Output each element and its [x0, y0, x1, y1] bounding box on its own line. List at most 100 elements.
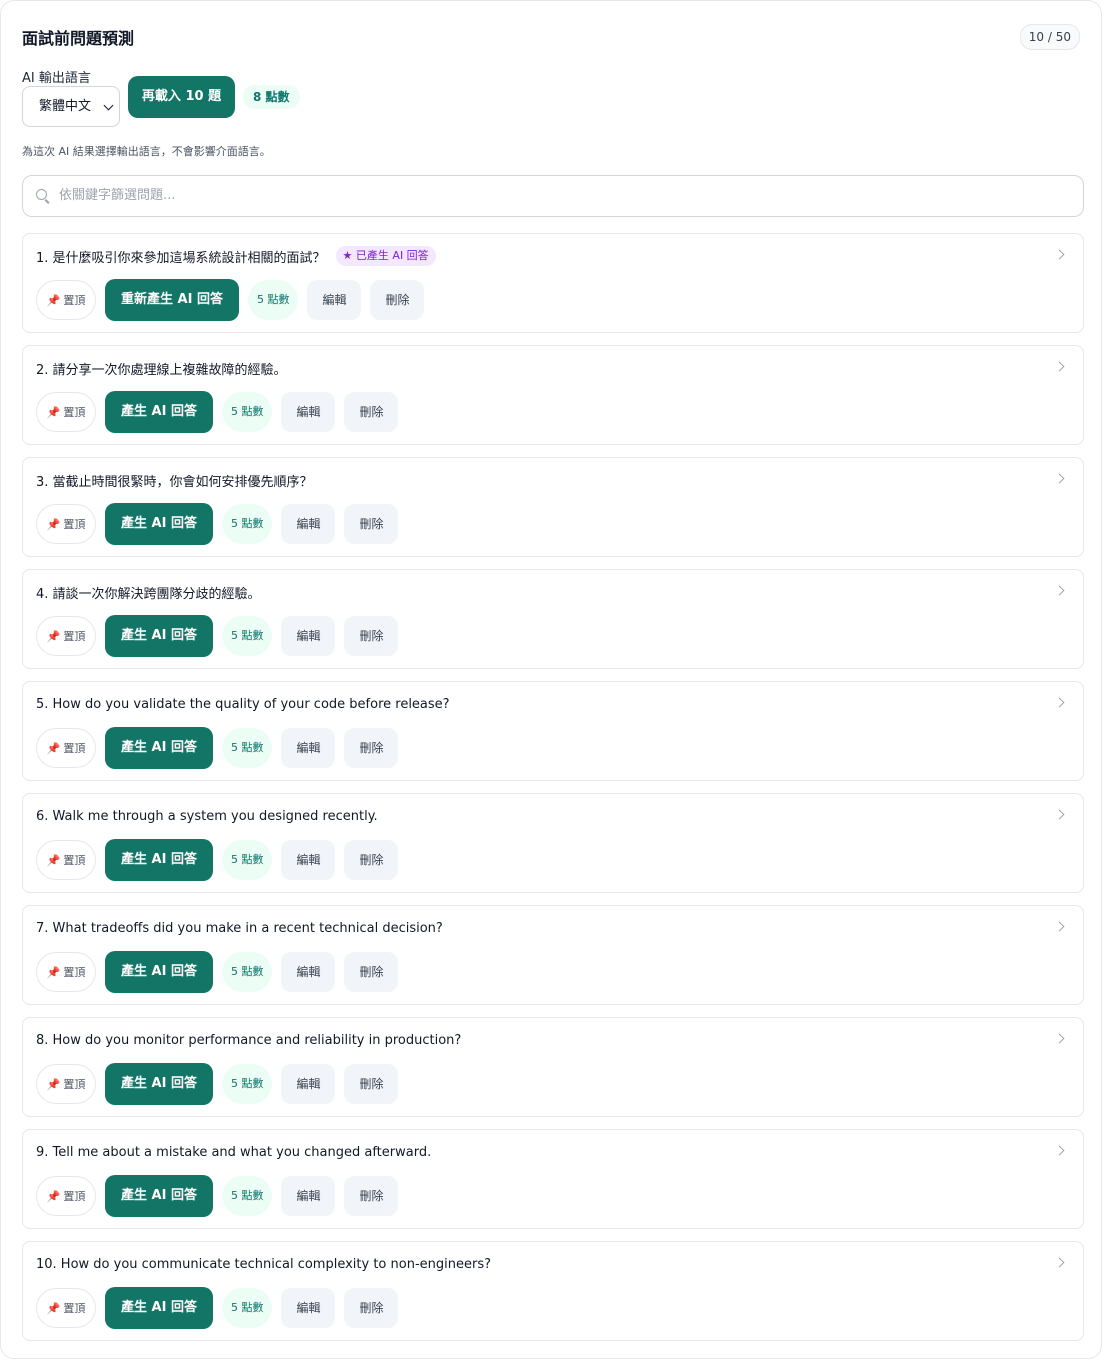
reload-cost-badge: 8 點數	[243, 85, 300, 109]
generate-ai-answer-button[interactable]: 產生 AI 回答	[105, 1175, 213, 1217]
pin-button[interactable]: 📌 置頂	[36, 1288, 96, 1328]
generate-ai-answer-button[interactable]: 產生 AI 回答	[105, 839, 213, 881]
pin-icon: 📌	[46, 1301, 61, 1315]
reload-questions-button[interactable]: 再載入 10 題	[128, 76, 235, 118]
pin-label: 置頂	[63, 518, 86, 531]
answer-cost-badge: 5 點數	[221, 1288, 273, 1328]
pin-label: 置頂	[63, 630, 86, 643]
question-text: 6. Walk me through a system you designed…	[36, 808, 378, 824]
pin-button[interactable]: 📌 置頂	[36, 616, 96, 656]
pin-label: 置頂	[63, 1302, 86, 1315]
pin-icon: 📌	[46, 405, 61, 419]
chevron-down-icon	[103, 100, 114, 111]
question-text: 4. 請談一次你解決跨團隊分歧的經驗。	[36, 586, 261, 602]
chevron-right-icon[interactable]	[1054, 1257, 1065, 1268]
pin-button[interactable]: 📌 置頂	[36, 280, 96, 320]
answer-cost-badge: 5 點數	[221, 728, 273, 768]
chevron-right-icon[interactable]	[1054, 697, 1065, 708]
search-input[interactable]: 依關鍵字篩選問題...	[22, 175, 1084, 217]
generate-ai-answer-button[interactable]: 產生 AI 回答	[105, 391, 213, 433]
answer-cost-badge: 5 點數	[221, 952, 273, 992]
pin-label: 置頂	[63, 1190, 86, 1203]
pin-label: 置頂	[63, 1078, 86, 1091]
chevron-right-icon[interactable]	[1054, 249, 1065, 260]
pin-button[interactable]: 📌 置頂	[36, 728, 96, 768]
edit-button[interactable]: 編輯	[281, 1064, 336, 1104]
chevron-right-icon[interactable]	[1054, 809, 1065, 820]
language-select[interactable]: 繁體中文	[22, 86, 120, 127]
generate-ai-answer-button[interactable]: 產生 AI 回答	[105, 727, 213, 769]
question-card[interactable]: 2. 請分享一次你處理線上複雜故障的經驗。 📌 置頂 產生 AI 回答 5 點數…	[22, 345, 1084, 445]
delete-button[interactable]: 刪除	[344, 728, 399, 768]
page-title: 面試前問題預測	[22, 29, 135, 48]
chevron-right-icon[interactable]	[1054, 1145, 1065, 1156]
question-prediction-panel: 面試前問題預測 10 / 50 AI 輸出語言 繁體中文 再載入 10 題 8 …	[0, 0, 1102, 1359]
edit-button[interactable]: 編輯	[281, 504, 336, 544]
generate-ai-answer-button[interactable]: 重新產生 AI 回答	[105, 279, 239, 321]
pin-icon: 📌	[46, 853, 61, 867]
question-text: 2. 請分享一次你處理線上複雜故障的經驗。	[36, 362, 287, 378]
question-text: 1. 是什麼吸引你來參加這場系統設計相關的面試？	[36, 250, 326, 266]
edit-button[interactable]: 編輯	[281, 840, 336, 880]
pin-icon: 📌	[46, 965, 61, 979]
pin-icon: 📌	[46, 1077, 61, 1091]
delete-button[interactable]: 刪除	[344, 840, 399, 880]
pin-button[interactable]: 📌 置頂	[36, 1064, 96, 1104]
question-card[interactable]: 7. What tradeoffs did you make in a rece…	[22, 905, 1084, 1005]
edit-button[interactable]: 編輯	[307, 280, 362, 320]
delete-button[interactable]: 刪除	[344, 952, 399, 992]
generate-ai-answer-button[interactable]: 產生 AI 回答	[105, 615, 213, 657]
chevron-right-icon[interactable]	[1054, 473, 1065, 484]
chevron-right-icon[interactable]	[1054, 1033, 1065, 1044]
delete-button[interactable]: 刪除	[344, 1288, 399, 1328]
question-card[interactable]: 10. How do you communicate technical com…	[22, 1241, 1084, 1341]
question-text: 7. What tradeoffs did you make in a rece…	[36, 920, 443, 936]
chevron-right-icon[interactable]	[1054, 585, 1065, 596]
question-text: 10. How do you communicate technical com…	[36, 1256, 491, 1272]
generate-ai-answer-button[interactable]: 產生 AI 回答	[105, 951, 213, 993]
question-text: 3. 當截止時間很緊時，你會如何安排優先順序？	[36, 474, 313, 490]
chevron-right-icon[interactable]	[1054, 361, 1065, 372]
chevron-right-icon[interactable]	[1054, 921, 1065, 932]
language-hint: 為這次 AI 結果選擇輸出語言，不會影響介面語言。	[22, 145, 271, 158]
answer-cost-badge: 5 點數	[221, 616, 273, 656]
question-card[interactable]: 4. 請談一次你解決跨團隊分歧的經驗。 📌 置頂 產生 AI 回答 5 點數 編…	[22, 569, 1084, 669]
delete-button[interactable]: 刪除	[344, 1176, 399, 1216]
delete-button[interactable]: 刪除	[370, 280, 425, 320]
question-card[interactable]: 6. Walk me through a system you designed…	[22, 793, 1084, 893]
language-label: AI 輸出語言	[22, 71, 91, 86]
edit-button[interactable]: 編輯	[281, 728, 336, 768]
pin-label: 置頂	[63, 294, 86, 307]
pin-icon: 📌	[46, 629, 61, 643]
pin-button[interactable]: 📌 置頂	[36, 392, 96, 432]
question-card[interactable]: 9. Tell me about a mistake and what you …	[22, 1129, 1084, 1229]
pin-button[interactable]: 📌 置頂	[36, 504, 96, 544]
pin-button[interactable]: 📌 置頂	[36, 840, 96, 880]
generate-ai-answer-button[interactable]: 產生 AI 回答	[105, 1287, 213, 1329]
delete-button[interactable]: 刪除	[344, 616, 399, 656]
edit-button[interactable]: 編輯	[281, 616, 336, 656]
edit-button[interactable]: 編輯	[281, 1288, 336, 1328]
pin-label: 置頂	[63, 854, 86, 867]
edit-button[interactable]: 編輯	[281, 392, 336, 432]
generate-ai-answer-button[interactable]: 產生 AI 回答	[105, 1063, 213, 1105]
question-card[interactable]: 5. How do you validate the quality of yo…	[22, 681, 1084, 781]
question-card[interactable]: 8. How do you monitor performance and re…	[22, 1017, 1084, 1117]
question-card[interactable]: 3. 當截止時間很緊時，你會如何安排優先順序？ 📌 置頂 產生 AI 回答 5 …	[22, 457, 1084, 557]
delete-button[interactable]: 刪除	[344, 504, 399, 544]
delete-button[interactable]: 刪除	[344, 1064, 399, 1104]
edit-button[interactable]: 編輯	[281, 1176, 336, 1216]
question-card[interactable]: 1. 是什麼吸引你來參加這場系統設計相關的面試？ ★ 已產生 AI 回答 📌 置…	[22, 233, 1084, 333]
edit-button[interactable]: 編輯	[281, 952, 336, 992]
delete-button[interactable]: 刪除	[344, 392, 399, 432]
answer-cost-badge: 5 點數	[221, 1176, 273, 1216]
answer-cost-badge: 5 點數	[221, 504, 273, 544]
pin-button[interactable]: 📌 置頂	[36, 1176, 96, 1216]
pin-icon: 📌	[46, 517, 61, 531]
answer-cost-badge: 5 點數	[221, 392, 273, 432]
pin-button[interactable]: 📌 置頂	[36, 952, 96, 992]
answer-cost-badge: 5 點數	[221, 840, 273, 880]
question-text: 5. How do you validate the quality of yo…	[36, 696, 450, 712]
question-text: 8. How do you monitor performance and re…	[36, 1032, 462, 1048]
generate-ai-answer-button[interactable]: 產生 AI 回答	[105, 503, 213, 545]
